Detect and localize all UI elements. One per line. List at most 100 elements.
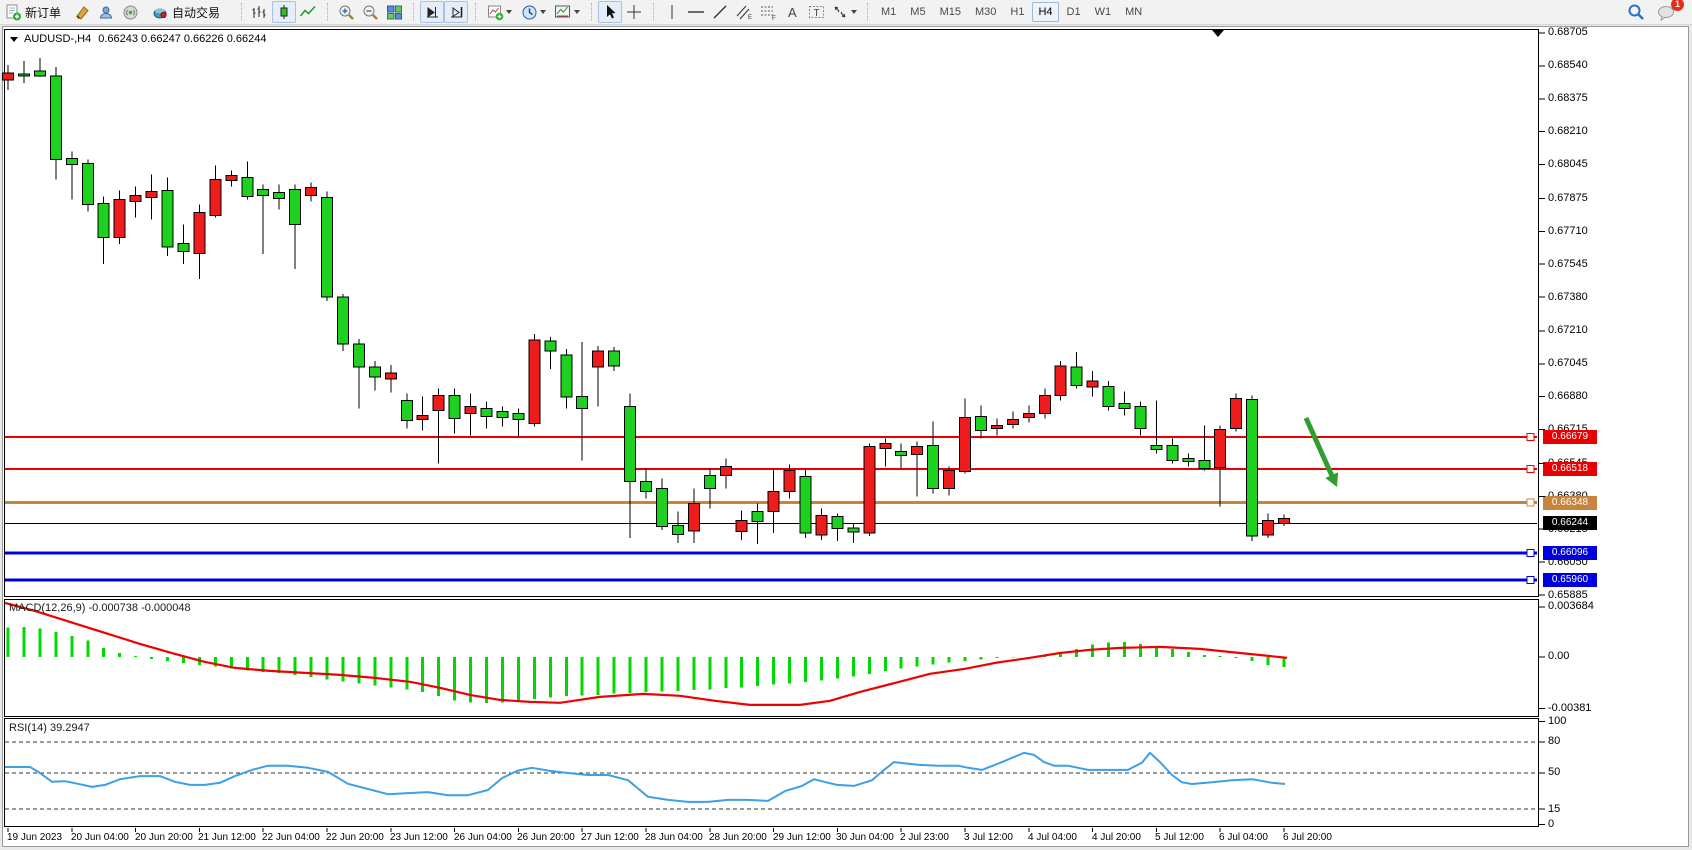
autotrade-icon xyxy=(152,4,169,21)
time-axis-label: 22 Jun 04:00 xyxy=(262,832,320,843)
time-axis[interactable]: 19 Jun 202320 Jun 04:0020 Jun 20:0021 Ju… xyxy=(4,828,1539,846)
main-toolbar: 新订单 自动交易 xyxy=(0,0,1692,25)
trade-group: 新订单 自动交易 xyxy=(0,0,234,24)
toolbar-separator xyxy=(327,3,329,21)
chart-shift-icon xyxy=(448,5,465,20)
horizontal-line-icon xyxy=(687,5,705,19)
time-axis-label: 4 Jul 20:00 xyxy=(1092,832,1141,843)
axis-tick-label: 0.67045 xyxy=(1548,357,1588,369)
zoom-in-button[interactable] xyxy=(334,1,358,23)
auto-scroll-button[interactable] xyxy=(420,1,444,23)
chevron-down-icon xyxy=(540,10,546,14)
rsi-name: RSI(14) xyxy=(9,722,47,734)
macd-panel[interactable] xyxy=(4,599,1539,717)
indicators-icon xyxy=(487,4,504,21)
time-axis-label: 6 Jul 04:00 xyxy=(1219,832,1268,843)
time-axis-label: 29 Jun 12:00 xyxy=(773,832,831,843)
timeframe-M30[interactable]: M30 xyxy=(969,2,1002,22)
time-axis-label: 20 Jun 04:00 xyxy=(71,832,129,843)
axis-tick-label: 0.67380 xyxy=(1548,291,1588,303)
text-button[interactable]: A xyxy=(780,1,804,23)
rsi-value: 39.2947 xyxy=(50,722,90,734)
axis-tick-label: 100 xyxy=(1548,715,1566,727)
zoom-out-icon xyxy=(362,4,379,21)
timeframe-M15[interactable]: M15 xyxy=(934,2,967,22)
timeframe-M5[interactable]: M5 xyxy=(904,2,931,22)
vertical-line-button[interactable] xyxy=(660,1,684,23)
auto-trading-button[interactable]: 自动交易 xyxy=(142,1,234,23)
axis-tick-label: 0.67545 xyxy=(1548,258,1588,270)
axis-tick-label: 0.003684 xyxy=(1548,600,1594,612)
crosshair-icon xyxy=(626,4,642,20)
chart-shift-button[interactable] xyxy=(444,1,468,23)
new-order-icon xyxy=(5,4,22,21)
bar-chart-button[interactable] xyxy=(248,1,272,23)
timeframe-group: M1M5M15M30H1H4D1W1MN xyxy=(874,0,1149,24)
axis-tick-label: 80 xyxy=(1548,735,1560,747)
symbol-dropdown-icon[interactable] xyxy=(10,37,18,42)
toolbar-separator xyxy=(591,3,593,21)
hline-price-tag: 0.65960 xyxy=(1543,573,1597,587)
rsi-panel[interactable] xyxy=(4,718,1539,827)
time-axis-label: 28 Jun 04:00 xyxy=(645,832,703,843)
indicators-button[interactable] xyxy=(482,1,516,23)
text-label-button[interactable]: T xyxy=(804,1,828,23)
search-button[interactable] xyxy=(1624,1,1648,23)
tile-windows-button[interactable] xyxy=(382,1,406,23)
trendline-button[interactable] xyxy=(708,1,732,23)
axis-tick-label: 0.68045 xyxy=(1548,158,1588,170)
styler-brush-icon xyxy=(74,4,91,21)
axis-tick-label: 15 xyxy=(1548,803,1560,815)
axis-tick-label: 0.67710 xyxy=(1548,225,1588,237)
symbol-timeframe-label: AUDUSD-,H4 xyxy=(24,33,91,45)
macd-values: -0.000738 -0.000048 xyxy=(88,602,190,614)
toolbar-separator xyxy=(241,3,243,21)
toolbar-separator xyxy=(475,3,477,21)
main-chart-area[interactable] xyxy=(4,29,1539,597)
axis-tick-label: -0.00381 xyxy=(1548,702,1591,714)
timeframe-H1[interactable]: H1 xyxy=(1004,2,1030,22)
search-icon xyxy=(1627,3,1645,21)
profile-button[interactable] xyxy=(94,1,118,23)
cursor-button[interactable] xyxy=(598,1,622,23)
timeframe-H4[interactable]: H4 xyxy=(1032,2,1058,22)
axis-tick-label: 0.67210 xyxy=(1548,324,1588,336)
time-axis-label: 2 Jul 23:00 xyxy=(900,832,949,843)
equidistant-channel-button[interactable]: E xyxy=(732,1,756,23)
crosshair-button[interactable] xyxy=(622,1,646,23)
notifications-button[interactable]: 1 xyxy=(1654,1,1678,23)
candlestick-chart-button[interactable] xyxy=(272,1,296,23)
zoom-group xyxy=(334,0,406,24)
timeframe-D1[interactable]: D1 xyxy=(1061,2,1087,22)
svg-text:A: A xyxy=(788,5,797,20)
line-chart-button[interactable] xyxy=(296,1,320,23)
signal-button[interactable] xyxy=(118,1,142,23)
time-axis-label: 30 Jun 04:00 xyxy=(836,832,894,843)
price-axis[interactable]: 0.687050.685400.683750.682100.680450.678… xyxy=(1539,27,1687,846)
chevron-down-icon xyxy=(506,10,512,14)
templates-button[interactable] xyxy=(550,1,584,23)
axis-tick-label: 0.00 xyxy=(1548,650,1569,662)
drawing-tools-group: E F A T xyxy=(660,0,860,24)
timeframe-W1[interactable]: W1 xyxy=(1089,2,1118,22)
axis-tick-label: 0.68540 xyxy=(1548,59,1588,71)
zoom-out-button[interactable] xyxy=(358,1,382,23)
styler-button[interactable] xyxy=(70,1,94,23)
rsi-label: RSI(14) 39.2947 xyxy=(9,722,90,734)
timeframe-MN[interactable]: MN xyxy=(1119,2,1148,22)
new-order-button[interactable]: 新订单 xyxy=(0,1,70,23)
timeframe-M1[interactable]: M1 xyxy=(875,2,902,22)
trendline-icon xyxy=(712,4,728,20)
zoom-in-icon xyxy=(338,4,355,21)
axis-tick-label: 50 xyxy=(1548,766,1560,778)
time-axis-label: 4 Jul 04:00 xyxy=(1028,832,1077,843)
periods-button[interactable] xyxy=(516,1,550,23)
arrows-button[interactable] xyxy=(828,1,860,23)
svg-text:E: E xyxy=(748,15,752,21)
horizontal-line-button[interactable] xyxy=(684,1,708,23)
time-axis-label: 19 Jun 2023 xyxy=(7,832,62,843)
fibonacci-button[interactable]: F xyxy=(756,1,780,23)
arrows-icon xyxy=(832,4,849,20)
axis-tick-label: 0.66880 xyxy=(1548,390,1588,402)
hline-price-tag: 0.66518 xyxy=(1543,462,1597,476)
